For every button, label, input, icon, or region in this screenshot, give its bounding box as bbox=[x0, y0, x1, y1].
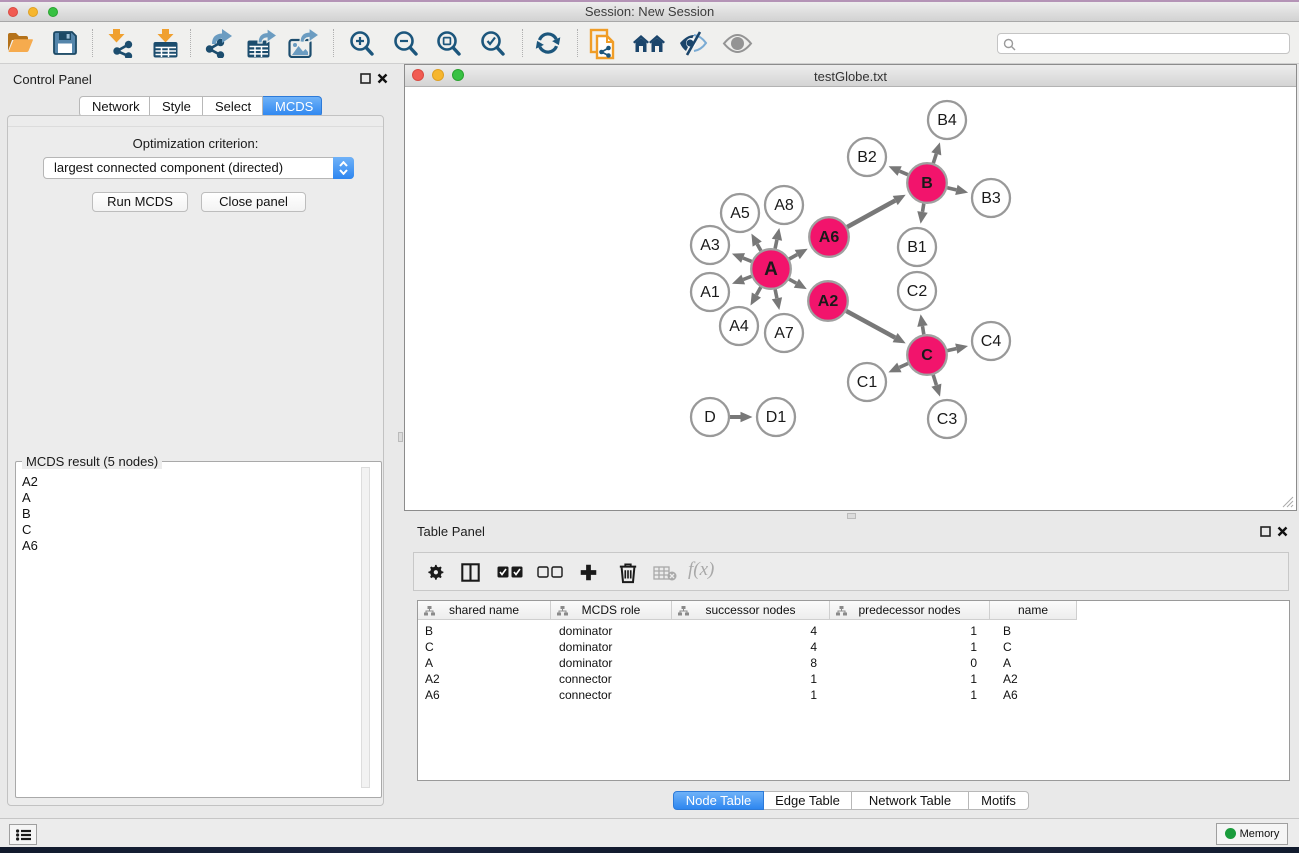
svg-text:A1: A1 bbox=[700, 284, 720, 301]
svg-text:C2: C2 bbox=[907, 283, 928, 300]
svg-text:D1: D1 bbox=[766, 409, 787, 426]
svg-text:B4: B4 bbox=[937, 112, 957, 129]
svg-text:C4: C4 bbox=[981, 333, 1002, 350]
svg-text:A: A bbox=[764, 259, 778, 280]
svg-text:C1: C1 bbox=[857, 374, 878, 391]
svg-text:B3: B3 bbox=[981, 190, 1001, 207]
svg-text:A3: A3 bbox=[700, 237, 720, 254]
svg-text:A5: A5 bbox=[730, 205, 750, 222]
svg-text:B: B bbox=[921, 175, 933, 192]
svg-text:A7: A7 bbox=[774, 325, 794, 342]
svg-text:C: C bbox=[921, 347, 933, 364]
svg-text:A8: A8 bbox=[774, 197, 794, 214]
svg-text:B2: B2 bbox=[857, 149, 877, 166]
svg-text:C3: C3 bbox=[937, 411, 958, 428]
svg-text:B1: B1 bbox=[907, 239, 927, 256]
svg-text:A2: A2 bbox=[818, 293, 839, 310]
svg-text:A4: A4 bbox=[729, 318, 749, 335]
svg-text:A6: A6 bbox=[819, 229, 840, 246]
svg-text:D: D bbox=[704, 409, 716, 426]
